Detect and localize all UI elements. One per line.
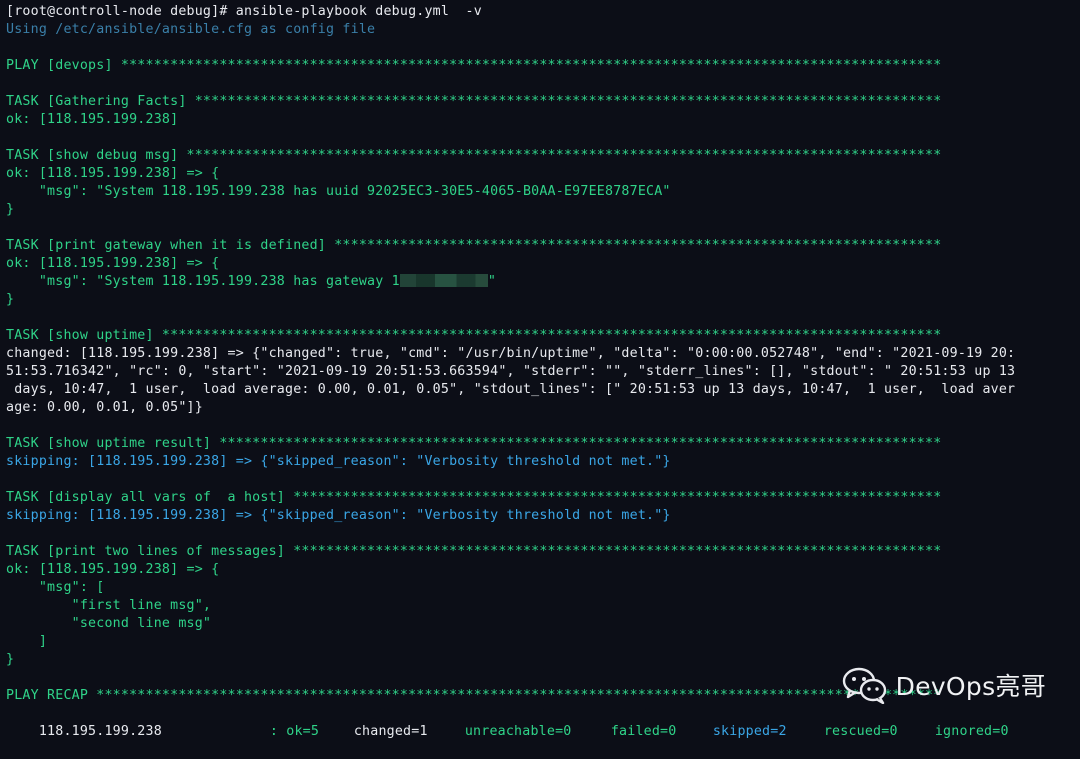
output-text: 51:53.716342", "rc": 0, "start": "2021-0… — [6, 364, 1016, 379]
recap-failed: failed=0 — [610, 724, 677, 739]
recap-changed: changed=1 — [353, 724, 428, 739]
output-line: TASK [print gateway when it is defined] … — [6, 237, 1080, 255]
output-line: [root@controll-node debug]# ansible-play… — [6, 3, 1080, 21]
output-line: ok: [118.195.199.238] => { — [6, 255, 1080, 273]
output-line: } — [6, 201, 1080, 219]
output-line: ok: [118.195.199.238] => { — [6, 165, 1080, 183]
output-text: changed: [118.195.199.238] => {"changed"… — [6, 346, 1016, 361]
output-text: days, 10:47, 1 user, load average: 0.00,… — [6, 382, 1016, 397]
output-line: PLAY [devops] **************************… — [6, 57, 1080, 75]
output-text: "first line msg", — [6, 598, 212, 613]
output-line: "msg": "System 118.195.199.238 has gatew… — [6, 273, 1080, 291]
output-text: "msg": "System 118.195.199.238 has uuid … — [6, 184, 671, 199]
output-text: "second line msg" — [6, 616, 212, 631]
output-text: skipping: [118.195.199.238] => {"skipped… — [6, 454, 671, 469]
watermark-text: DevOps亮哥 — [895, 672, 1046, 701]
output-line: TASK [show uptime result] **************… — [6, 435, 1080, 453]
output-line: "msg": [ — [6, 579, 1080, 597]
recap-skipped: skipped=2 — [712, 724, 787, 739]
output-text: TASK [print gateway when it is defined] … — [6, 238, 942, 253]
output-text: TASK [show uptime] *********************… — [6, 328, 942, 343]
watermark: DevOps亮哥 — [842, 666, 1046, 704]
output-line: skipping: [118.195.199.238] => {"skipped… — [6, 507, 1080, 525]
wechat-icon — [842, 667, 886, 704]
output-text: TASK [display all vars of a host] ******… — [6, 490, 942, 505]
output-text: [root@controll-node debug]# ansible-play… — [6, 4, 482, 19]
output-text: PLAY [devops] **************************… — [6, 58, 942, 73]
output-line: ok: [118.195.199.238] — [6, 111, 1080, 129]
output-text: TASK [show debug msg] ******************… — [6, 148, 942, 163]
recap-ignored: ignored=0 — [934, 724, 1009, 739]
output-line: TASK [display all vars of a host] ******… — [6, 489, 1080, 507]
output-text: Using /etc/ansible/ansible.cfg as config… — [6, 22, 376, 37]
terminal-output: [root@controll-node debug]# ansible-play… — [6, 3, 1080, 705]
recap-line: 118.195.199.238 : ok=5 changed=1 unreachabl… — [6, 705, 1080, 739]
recap-host: 118.195.199.238 — [38, 724, 162, 739]
output-text: age: 0.00, 0.01, 0.05"]} — [6, 400, 203, 415]
recap-ok: : ok=5 — [269, 724, 320, 739]
output-line: "msg": "System 118.195.199.238 has uuid … — [6, 183, 1080, 201]
output-text: "msg": "System 118.195.199.238 has gatew… — [6, 274, 400, 289]
output-text: ok: [118.195.199.238] — [6, 112, 179, 127]
recap-unreachable: unreachable=0 — [464, 724, 572, 739]
output-text: ok: [118.195.199.238] => { — [6, 166, 220, 181]
output-line: TASK [show debug msg] ******************… — [6, 147, 1080, 165]
output-line: changed: [118.195.199.238] => {"changed"… — [6, 345, 1080, 363]
output-text: PLAY RECAP *****************************… — [6, 688, 942, 703]
output-line: age: 0.00, 0.01, 0.05"]} — [6, 399, 1080, 417]
output-line: TASK [show uptime] *********************… — [6, 327, 1080, 345]
output-text: TASK [print two lines of messages] *****… — [6, 544, 942, 559]
output-text: ok: [118.195.199.238] => { — [6, 256, 220, 271]
redacted-block — [399, 273, 488, 287]
output-text-after: " — [487, 274, 497, 289]
recap-rescued: rescued=0 — [823, 724, 898, 739]
terminal-window[interactable]: [root@controll-node debug]# ansible-play… — [0, 0, 1080, 739]
output-line: skipping: [118.195.199.238] => {"skipped… — [6, 453, 1080, 471]
output-line: ] — [6, 633, 1080, 651]
output-line: "first line msg", — [6, 597, 1080, 615]
output-text: ] — [6, 634, 48, 649]
output-line: 51:53.716342", "rc": 0, "start": "2021-0… — [6, 363, 1080, 381]
output-line: } — [6, 291, 1080, 309]
output-text: } — [6, 202, 15, 217]
output-line: Using /etc/ansible/ansible.cfg as config… — [6, 21, 1080, 39]
output-text: } — [6, 292, 15, 307]
output-text: skipping: [118.195.199.238] => {"skipped… — [6, 508, 671, 523]
output-line: TASK [Gathering Facts] *****************… — [6, 93, 1080, 111]
output-text: TASK [Gathering Facts] *****************… — [6, 94, 942, 109]
output-line: "second line msg" — [6, 615, 1080, 633]
output-line: days, 10:47, 1 user, load average: 0.00,… — [6, 381, 1080, 399]
output-text: TASK [show uptime result] **************… — [6, 436, 942, 451]
output-line: ok: [118.195.199.238] => { — [6, 561, 1080, 579]
output-text: "msg": [ — [6, 580, 105, 595]
output-text: } — [6, 652, 15, 667]
output-text: ok: [118.195.199.238] => { — [6, 562, 220, 577]
output-line: TASK [print two lines of messages] *****… — [6, 543, 1080, 561]
